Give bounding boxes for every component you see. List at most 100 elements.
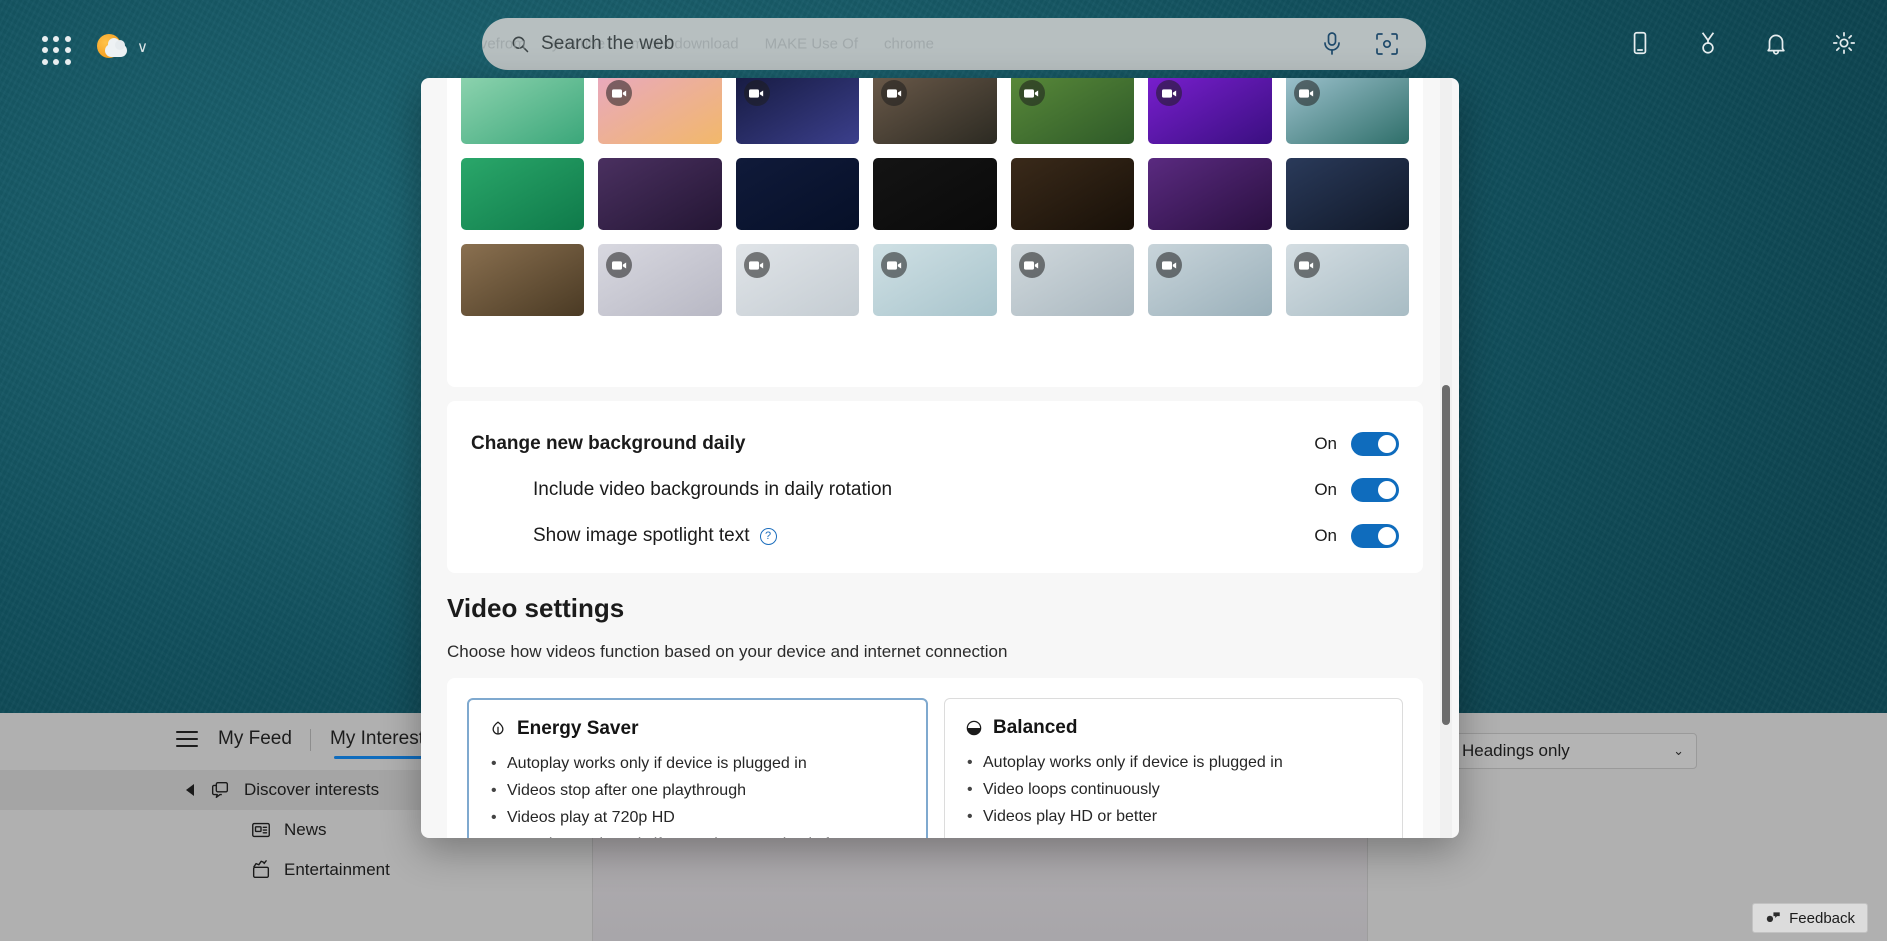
toggle-label: Change new background daily	[471, 433, 746, 454]
video-badge-icon	[606, 252, 633, 278]
toggle-switch-change-background-daily[interactable]	[1351, 432, 1399, 456]
video-mode-bullet: Videos play at 720p HD	[489, 804, 906, 831]
ghost-suggestion: MAKE Use Of	[764, 35, 858, 53]
new-tab-page: ∨ savefrom youtube music download MAKE U…	[0, 0, 1887, 941]
video-mode-bullet-list: Autoplay works only if device is plugged…	[489, 750, 906, 838]
background-thumbnail[interactable]	[735, 244, 860, 316]
video-mode-balanced[interactable]: Balanced Autoplay works only if device i…	[944, 698, 1403, 838]
discover-icon	[211, 781, 229, 799]
video-mode-title: Balanced	[993, 717, 1078, 738]
active-tab-underline	[334, 756, 430, 759]
video-badge-icon	[881, 80, 908, 106]
scrollbar-thumb[interactable]	[1442, 385, 1450, 725]
visual-search-camera-icon[interactable]	[1374, 31, 1400, 57]
background-thumbnail[interactable]	[1010, 158, 1135, 230]
microphone-icon[interactable]	[1320, 31, 1344, 57]
background-thumbnail[interactable]	[461, 78, 585, 144]
video-mode-bullet: Videos play HD or better	[965, 803, 1382, 830]
news-icon	[252, 822, 270, 838]
background-thumbnail[interactable]	[1285, 158, 1409, 230]
settings-gear-icon[interactable]	[1831, 30, 1857, 56]
background-thumbnail[interactable]	[598, 244, 722, 316]
video-badge-icon	[1018, 80, 1045, 106]
sidebar-item-label: Entertainment	[284, 860, 390, 879]
sidebar-item-label: News	[284, 820, 327, 839]
background-thumbnail[interactable]	[1285, 78, 1409, 144]
background-toggles-card: Change new background daily On Include v…	[447, 401, 1423, 573]
background-thumbnail[interactable]	[598, 78, 722, 144]
weather-sun-cloud-icon	[96, 30, 130, 64]
notifications-icon[interactable]	[1763, 30, 1789, 56]
video-mode-card-container: Energy Saver Autoplay works only if devi…	[447, 678, 1423, 838]
video-mode-bullet: Autoplay works only if device is plugged…	[489, 750, 906, 777]
video-badge-icon	[743, 252, 770, 278]
divider	[310, 729, 311, 751]
background-thumbnail[interactable]	[1010, 244, 1135, 316]
background-thumbnail[interactable]	[598, 158, 722, 230]
toggle-state: On	[1314, 434, 1337, 453]
video-badge-icon	[1293, 80, 1320, 106]
tab-my-feed[interactable]: My Feed	[218, 728, 292, 750]
chevron-down-icon[interactable]: ∨	[137, 40, 148, 55]
video-mode-bullet: Autoplay works only if device is plugged…	[965, 749, 1382, 776]
video-mode-energy-saver[interactable]: Energy Saver Autoplay works only if devi…	[467, 698, 928, 838]
leaf-icon	[492, 721, 504, 735]
tab-my-interests[interactable]: My Interests	[330, 728, 434, 759]
video-badge-icon	[606, 80, 633, 106]
feedback-button[interactable]: Feedback	[1752, 903, 1868, 933]
video-settings-heading: Video settings	[447, 593, 625, 623]
sidebar-item-entertainment[interactable]: Entertainment	[0, 850, 592, 890]
video-mode-bullet: Video loops continuously	[965, 776, 1382, 803]
caret-icon	[186, 784, 194, 796]
feed-layout-select-value: Headings only	[1462, 741, 1570, 760]
toggle-row-show-image-spotlight-text: Show image spotlight text ? On	[471, 515, 1399, 557]
background-thumbnail[interactable]	[873, 244, 997, 316]
mobile-icon[interactable]	[1627, 30, 1653, 56]
background-thumbnail[interactable]	[1148, 78, 1272, 144]
search-box[interactable]: savefrom youtube music download MAKE Use…	[482, 18, 1426, 70]
top-bar-icon-group	[1627, 30, 1857, 56]
toggle-label: Show image spotlight text	[533, 525, 750, 546]
feed-menu-icon[interactable]	[176, 731, 198, 747]
rewards-icon[interactable]	[1695, 30, 1721, 56]
background-thumbnail[interactable]	[735, 158, 860, 230]
video-badge-icon	[1156, 252, 1183, 278]
app-launcher-grid-icon[interactable]	[42, 36, 72, 66]
tab-my-interests-label: My Interests	[330, 728, 434, 749]
search-input-placeholder[interactable]: Search the web	[541, 33, 674, 55]
toggle-state: On	[1314, 526, 1337, 545]
background-thumbnail[interactable]	[873, 78, 997, 144]
help-icon[interactable]: ?	[759, 527, 777, 545]
toggle-switch-include-video-backgrounds[interactable]	[1351, 478, 1399, 502]
toggle-row-change-background-daily: Change new background daily On	[471, 423, 1399, 465]
background-thumbnail[interactable]	[461, 244, 585, 316]
background-thumbnail[interactable]	[1285, 244, 1409, 316]
video-mode-bullet-list: Autoplay works only if device is plugged…	[965, 749, 1382, 830]
background-thumbnail[interactable]	[1010, 78, 1135, 144]
toggle-state: On	[1314, 480, 1337, 499]
video-mode-title: Energy Saver	[517, 718, 639, 739]
toggle-label: Include video backgrounds in daily rotat…	[533, 479, 893, 500]
feed-layout-select[interactable]: Headings only ⌄	[1449, 733, 1697, 769]
video-badge-icon	[1018, 252, 1045, 278]
video-badge-icon	[881, 252, 908, 278]
video-badge-icon	[1156, 80, 1183, 106]
half-circle-icon	[966, 720, 982, 736]
video-badge-icon	[743, 80, 770, 106]
video-mode-bullet: Videos stop after one playthrough	[489, 777, 906, 804]
feedback-label: Feedback	[1789, 909, 1855, 927]
settings-panel-scroll-area: Upload Image Change new background daily…	[421, 78, 1459, 838]
background-thumbnail-grid: Upload Image	[461, 78, 1409, 316]
toggle-switch-show-image-spotlight-text[interactable]	[1351, 524, 1399, 548]
settings-panel-scrollbar[interactable]	[1440, 78, 1452, 838]
weather-widget[interactable]: ∨	[96, 30, 148, 64]
background-thumbnail[interactable]	[735, 78, 860, 144]
background-settings-panel: Upload Image Change new background daily…	[421, 78, 1459, 838]
video-settings-description: Choose how videos function based on your…	[447, 642, 1008, 661]
chevron-down-icon: ⌄	[1673, 743, 1684, 758]
background-thumbnail[interactable]	[1148, 244, 1272, 316]
background-thumbnail[interactable]	[1148, 158, 1272, 230]
background-thumbnail[interactable]	[873, 158, 997, 230]
background-thumbnail[interactable]	[461, 158, 585, 230]
ghost-suggestion: chrome	[884, 35, 935, 53]
